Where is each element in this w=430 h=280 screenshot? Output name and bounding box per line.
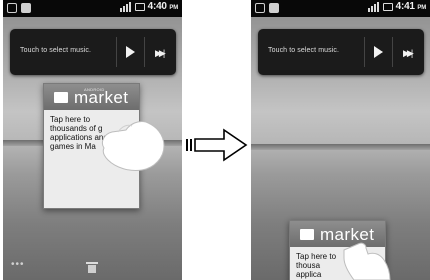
status-bar: 4:40 PM [3, 0, 182, 17]
trash-icon[interactable] [86, 262, 98, 273]
market-logo-icon [300, 229, 314, 240]
pointing-hand-icon [101, 121, 165, 171]
play-icon[interactable] [126, 46, 135, 58]
sd-card-icon[interactable] [269, 3, 279, 13]
select-music-label[interactable]: Touch to select music. [20, 47, 91, 54]
signal-icon [119, 1, 132, 12]
battery-icon [382, 2, 393, 11]
signal-icon [367, 1, 380, 12]
music-widget[interactable]: Touch to select music. ▶▶| [258, 29, 424, 75]
fast-forward-icon[interactable]: ▶▶| [403, 48, 413, 59]
market-logo-icon [54, 92, 68, 103]
fast-forward-icon[interactable]: ▶▶| [155, 48, 165, 59]
market-header: ANDROID market [44, 84, 139, 110]
notification-icon[interactable] [255, 3, 265, 13]
sd-card-icon[interactable] [21, 3, 31, 13]
right-phone-screen: 4:41 PM Touch to select music. ▶▶| marke… [251, 0, 430, 280]
divider [116, 37, 117, 67]
divider [364, 37, 365, 67]
divider [392, 37, 393, 67]
right-arrow-icon [186, 128, 248, 162]
music-widget[interactable]: Touch to select music. ▶▶| [10, 29, 176, 75]
status-time: 4:40 PM [147, 1, 179, 12]
notification-icon[interactable] [7, 3, 17, 13]
horizon [251, 144, 430, 150]
status-time: 4:41 PM [395, 1, 427, 12]
battery-icon [134, 2, 145, 11]
play-icon[interactable] [374, 46, 383, 58]
left-phone-screen: 4:40 PM Touch to select music. ▶▶| ANDRO… [3, 0, 182, 280]
divider [144, 37, 145, 67]
select-music-label[interactable]: Touch to select music. [268, 47, 339, 54]
dots-icon[interactable]: ••• [11, 259, 25, 270]
pointing-hand-icon [343, 242, 391, 280]
market-word: market [74, 88, 129, 107]
status-bar: 4:41 PM [251, 0, 430, 17]
